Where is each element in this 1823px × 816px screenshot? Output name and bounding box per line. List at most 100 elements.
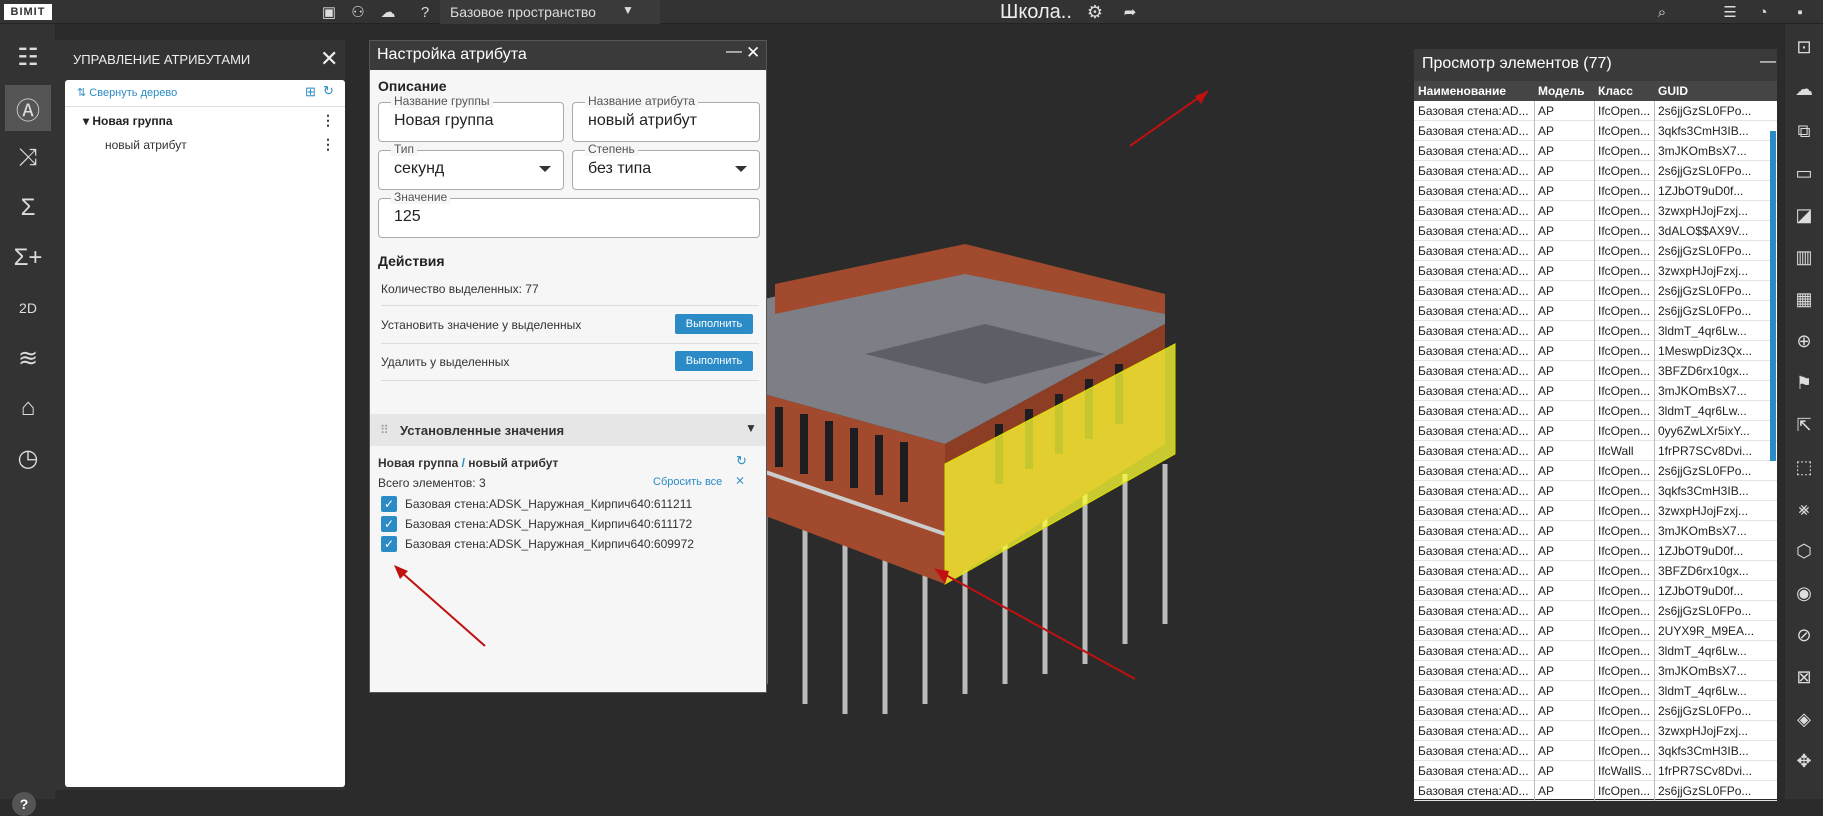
refresh-icon[interactable]: ↻	[323, 83, 334, 99]
briefcase-icon[interactable]: ▣	[319, 2, 339, 22]
2d-icon[interactable]: 2D	[5, 285, 51, 331]
degree-select[interactable]: Степень без типа	[572, 142, 760, 190]
table-row[interactable]: Базовая стена:AD... АР IfcOpen... 2s6jjGzSL…	[1414, 701, 1777, 721]
table-row[interactable]: Базовая стена:AD... АР IfcOpen... 3BFZD6rx1…	[1414, 361, 1777, 381]
ruler-icon[interactable]: ▭	[1791, 160, 1817, 186]
fit-icon[interactable]: ⧉	[1791, 118, 1817, 144]
table-row[interactable]: Базовая стена:AD... АР IfcOpen... 3mJKOmBsX…	[1414, 521, 1777, 541]
folder-icon[interactable]: ⌂	[5, 385, 51, 431]
table-row[interactable]: Базовая стена:AD... АР IfcOpen... 3ldmT_4qr…	[1414, 321, 1777, 341]
execute-button[interactable]: Выполнить	[675, 351, 753, 371]
table-row[interactable]: Базовая стена:AD... АР IfcOpen... 3mJKOmBsX…	[1414, 381, 1777, 401]
hide-icon[interactable]: ⊘	[1791, 622, 1817, 648]
table-row[interactable]: Базовая стена:AD... АР IfcOpen... 3mJKOmBsX…	[1414, 661, 1777, 681]
table-row[interactable]: Базовая стена:AD... АР IfcWall 1frPR7SCv8Dv…	[1414, 441, 1777, 461]
checkbox[interactable]: ✓	[381, 536, 397, 552]
table-row[interactable]: Базовая стена:AD... АР IfcOpen... 3zwxpHJoj…	[1414, 721, 1777, 741]
table-row[interactable]: Базовая стена:AD... АР IfcOpen... 3qkfs3CmH…	[1414, 741, 1777, 761]
gauge-icon[interactable]: ◷	[5, 435, 51, 481]
collapse-tree-button[interactable]: ⇅ Свернуть дерево	[77, 86, 177, 99]
table-row[interactable]: Базовая стена:AD... АР IfcOpen... 1MeswpDiz…	[1414, 341, 1777, 361]
shuffle-icon[interactable]: ⤨	[5, 135, 51, 181]
installed-values-header[interactable]: Установленные значения	[370, 414, 766, 446]
notification-icon[interactable]: ◔	[1753, 2, 1773, 22]
chat-icon[interactable]: ☁	[378, 2, 398, 22]
section-icon[interactable]: ◪	[1791, 202, 1817, 228]
help-circle-icon[interactable]: ?	[415, 2, 435, 22]
table-row[interactable]: Базовая стена:AD... АР IfcOpen... 2s6jjGzSL…	[1414, 461, 1777, 481]
close-icon[interactable]: ✕	[320, 46, 338, 72]
table-row[interactable]: Базовая стена:AD... АР IfcOpen... 2s6jjGzSL…	[1414, 101, 1777, 121]
column-header[interactable]: Модель	[1538, 84, 1584, 98]
table-row[interactable]: Базовая стена:AD... АР IfcOpen... 2s6jjGzSL…	[1414, 161, 1777, 181]
table-row[interactable]: Базовая стена:AD... АР IfcOpen... 0yy6ZwLXr…	[1414, 421, 1777, 441]
table-row[interactable]: Базовая стена:AD... АР IfcOpen... 3qkfs3CmH…	[1414, 481, 1777, 501]
table-row[interactable]: Базовая стена:AD... АР IfcOpen... 3zwxpHJoj…	[1414, 261, 1777, 281]
scrollbar[interactable]	[1770, 131, 1776, 461]
more-icon[interactable]: ⋮	[321, 112, 335, 129]
column-header[interactable]: Класс	[1598, 84, 1633, 98]
execute-button[interactable]: Выполнить	[675, 314, 753, 334]
chevron-down-icon[interactable]: ▼	[745, 421, 757, 435]
help-button[interactable]: ?	[12, 792, 36, 816]
select-icon[interactable]: ⬚	[1791, 454, 1817, 480]
sigma-plus-icon[interactable]: Σ+	[5, 235, 51, 281]
close-box-icon[interactable]: ⊠	[1791, 664, 1817, 690]
box-icon[interactable]: ⬡	[1791, 538, 1817, 564]
table-row[interactable]: Базовая стена:AD... АР IfcOpen... 3BFZD6rx1…	[1414, 561, 1777, 581]
table-row[interactable]: Базовая стена:AD... АР IfcOpen... 2s6jjGzSL…	[1414, 601, 1777, 621]
target-icon[interactable]: ⊕	[1791, 328, 1817, 354]
group-name-field[interactable]: Название группы Новая группа	[378, 94, 564, 142]
attribute-icon[interactable]: Ⓐ	[5, 85, 51, 131]
table-row[interactable]: Базовая стена:AD... АР IfcOpen... 3dALO$$AX…	[1414, 221, 1777, 241]
sigma-icon[interactable]: Σ	[5, 185, 51, 231]
chart-icon[interactable]: ≋	[5, 335, 51, 381]
focus-icon[interactable]: ⊡	[1791, 34, 1817, 60]
type-select[interactable]: Тип секунд	[378, 142, 564, 190]
table-row[interactable]: Базовая стена:AD... АР IfcOpen... 1ZJbOT9uD…	[1414, 581, 1777, 601]
table-row[interactable]: Базовая стена:AD... АР IfcOpen... 3ldmT_4qr…	[1414, 681, 1777, 701]
tree-group[interactable]: ▾ Новая группа	[83, 114, 173, 128]
table-row[interactable]: Базовая стена:AD... АР IfcOpen... 3ldmT_4qr…	[1414, 641, 1777, 661]
add-icon[interactable]: ⊞	[305, 84, 316, 100]
clip-icon[interactable]: ⨳	[1791, 496, 1817, 522]
orbit-icon[interactable]: ✥	[1791, 748, 1817, 774]
drag-handle-icon[interactable]: ⠿	[380, 423, 389, 437]
cube-icon[interactable]: ◈	[1791, 706, 1817, 732]
column-header[interactable]: Наименование	[1418, 84, 1506, 98]
list-icon[interactable]: ☰	[1720, 2, 1740, 22]
flag-icon[interactable]: ⚑	[1791, 370, 1817, 396]
table-row[interactable]: Базовая стена:AD... АР IfcOpen... 3mJKOmBsX…	[1414, 141, 1777, 161]
share-icon[interactable]: ➦	[1120, 2, 1140, 22]
refresh-icon[interactable]: ↻	[736, 453, 747, 469]
checkbox[interactable]: ✓	[381, 516, 397, 532]
table-row[interactable]: Базовая стена:AD... АР IfcOpen... 2s6jjGzSL…	[1414, 301, 1777, 321]
close-icon[interactable]: ✕	[746, 43, 760, 63]
measure-icon[interactable]: ⇱	[1791, 412, 1817, 438]
minimize-icon[interactable]: —	[1760, 53, 1776, 71]
table-row[interactable]: Базовая стена:AD... АР IfcOpen... 2s6jjGzSL…	[1414, 281, 1777, 301]
cloud-icon[interactable]: ☁	[1791, 76, 1817, 102]
book-icon[interactable]: ▥	[1791, 244, 1817, 270]
user-icon[interactable]: ▪	[1790, 2, 1810, 22]
floorplan-icon[interactable]: ▦	[1791, 286, 1817, 312]
table-row[interactable]: Базовая стена:AD... АР IfcOpen... 1ZJbOT9uD…	[1414, 541, 1777, 561]
chevron-down-icon[interactable]: ▼	[622, 3, 634, 17]
value-field[interactable]: Значение 125	[378, 190, 760, 238]
search-icon[interactable]: ⌕	[1652, 2, 1672, 22]
team-icon[interactable]: ⚇	[348, 2, 368, 22]
gear-icon[interactable]: ⚙	[1085, 2, 1105, 22]
column-header[interactable]: GUID	[1658, 84, 1688, 98]
checkbox[interactable]: ✓	[381, 496, 397, 512]
clear-icon[interactable]: ⨯	[735, 473, 745, 487]
more-icon[interactable]: ⋮	[321, 136, 335, 153]
table-row[interactable]: Базовая стена:AD... АР IfcOpen... 3zwxpHJoj…	[1414, 201, 1777, 221]
table-row[interactable]: Базовая стена:AD... АР IfcOpen... 1ZJbOT9uD…	[1414, 181, 1777, 201]
table-row[interactable]: Базовая стена:AD... АР IfcOpen... 2s6jjGzSL…	[1414, 241, 1777, 261]
minimize-icon[interactable]: —	[726, 43, 742, 61]
eye-icon[interactable]: ◉	[1791, 580, 1817, 606]
reset-all-button[interactable]: Сбросить все	[653, 476, 722, 488]
table-row[interactable]: Базовая стена:AD... АР IfcOpen... 2s6jjGzSL…	[1414, 781, 1777, 801]
table-row[interactable]: Базовая стена:AD... АР IfcOpen... 2UYX9R_M9…	[1414, 621, 1777, 641]
tree-attribute[interactable]: новый атрибут	[105, 138, 187, 152]
